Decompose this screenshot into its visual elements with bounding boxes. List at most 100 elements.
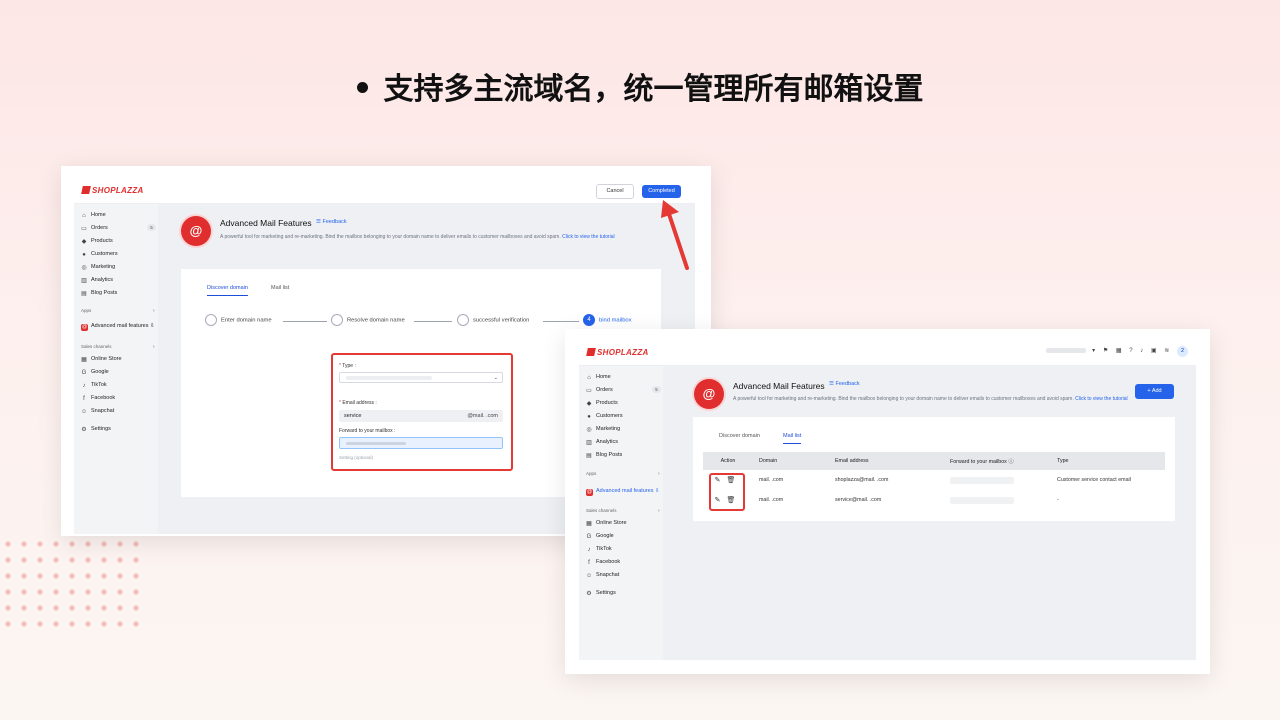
- sidebar-item-marketing[interactable]: ◎ Marketing: [81, 264, 115, 271]
- avatar[interactable]: 2: [1177, 346, 1188, 357]
- forward-hint: Setting (optional): [339, 455, 374, 460]
- mail-app-icon: @: [81, 324, 88, 331]
- sidebar-item-tiktok[interactable]: ♪ TikTok: [586, 546, 612, 553]
- sidebar-item-products[interactable]: ◆ Products: [586, 400, 618, 407]
- table-header-row: Action Domain Email address Forward to y…: [703, 452, 1165, 470]
- sales-channels-label[interactable]: Sales channels ›: [586, 508, 660, 514]
- sidebar-item-advanced-mail[interactable]: @ Advanced mail features ⇩: [81, 323, 155, 331]
- forward-label: Forward to your mailbox :: [339, 428, 396, 434]
- tag-icon: ◆: [81, 239, 87, 245]
- sidebar-item-home[interactable]: ⌂ Home: [81, 212, 105, 219]
- column-header: Domain: [753, 452, 829, 470]
- bell-icon[interactable]: ♪: [1140, 348, 1143, 354]
- sidebar-item-tiktok[interactable]: ♪ TikTok: [81, 382, 107, 389]
- wifi-icon[interactable]: ≋: [1164, 348, 1169, 354]
- decorative-dots: [0, 536, 140, 636]
- shoplazza-logo: SHOPLAZZA: [81, 186, 144, 195]
- marketing-icon: ◎: [81, 265, 87, 271]
- home-icon: ⌂: [82, 213, 86, 219]
- flag-icon[interactable]: ⚑: [1103, 348, 1108, 354]
- marketing-icon: ◎: [586, 427, 592, 433]
- person-icon: ●: [82, 252, 86, 258]
- blog-icon: ▤: [586, 453, 592, 459]
- chevron-right-icon: ›: [658, 508, 660, 514]
- column-header: Forward to your mailbox ⓘ: [944, 452, 1051, 470]
- pin-icon: ⇩: [150, 323, 155, 329]
- chevron-down-icon: ⌄: [493, 375, 498, 381]
- sidebar-item-blog-posts[interactable]: ▤ Blog Posts: [81, 290, 117, 297]
- chevron-down-icon[interactable]: ▾: [1092, 348, 1095, 354]
- screenshot-mail-list: SHOPLAZZA ▾ ⚑ ▦ ? ♪ ▣ ≋ 2 ⌂ Home ▭ Orders 5…: [565, 329, 1210, 674]
- headline-text: 支持多主流域名，统一管理所有邮箱设置: [383, 72, 924, 107]
- sidebar-item-settings[interactable]: ⚙ Settings: [81, 426, 111, 433]
- tab-mail-list[interactable]: Mail list: [271, 285, 289, 295]
- gear-icon: ⚙: [586, 591, 592, 597]
- shoplazza-logo: SHOPLAZZA: [586, 348, 649, 357]
- email-field[interactable]: service @mail. .com: [339, 410, 503, 422]
- google-icon: G: [81, 370, 87, 376]
- tab-discover-domain[interactable]: Discover domain: [719, 433, 760, 443]
- tutorial-link[interactable]: Click to view the tutorial: [1075, 396, 1128, 402]
- tab-mail-list[interactable]: Mail list: [783, 433, 802, 444]
- mail-app-icon: @: [586, 489, 593, 496]
- cancel-button[interactable]: Cancel: [596, 184, 634, 199]
- sidebar-item-analytics[interactable]: ▥ Analytics: [586, 439, 618, 446]
- type-cell: Customer service contact email: [1057, 477, 1131, 483]
- step-enter-domain: Enter domain name: [205, 314, 272, 326]
- sidebar-item-customers[interactable]: ● Customers: [81, 251, 117, 258]
- sidebar-item-snapchat[interactable]: ☺ Snapchat: [586, 572, 619, 579]
- sidebar-item-online-store[interactable]: ▦ Online Store: [586, 520, 626, 527]
- sidebar-item-analytics[interactable]: ▥ Analytics: [81, 277, 113, 284]
- store-icon[interactable]: ▦: [1116, 348, 1122, 354]
- domain-cell: mail. .com: [759, 477, 784, 483]
- forward-mailbox-field[interactable]: [339, 437, 503, 449]
- email-cell: service@mail. .com: [835, 497, 882, 503]
- sidebar-item-advanced-mail[interactable]: @ Advanced mail features ⇩: [586, 488, 660, 496]
- type-select[interactable]: ⌄: [339, 372, 503, 383]
- sidebar-item-customers[interactable]: ● Customers: [586, 413, 622, 420]
- column-header: Email address: [829, 452, 944, 470]
- type-label: * Type :: [339, 363, 356, 369]
- sidebar-item-google[interactable]: G Google: [81, 369, 109, 376]
- sidebar-item-products[interactable]: ◆ Products: [81, 238, 113, 245]
- chat-icon[interactable]: ▣: [1151, 348, 1157, 354]
- orders-icon: ▭: [81, 226, 87, 232]
- apps-section-label[interactable]: Apps ›: [586, 471, 660, 477]
- feedback-link[interactable]: ☰ Feedback: [316, 219, 347, 225]
- forward-cell: [944, 470, 1051, 490]
- chevron-right-icon: ›: [153, 344, 155, 350]
- sidebar-item-blog-posts[interactable]: ▤ Blog Posts: [586, 452, 622, 459]
- help-icon[interactable]: ?: [1129, 348, 1132, 354]
- sidebar-item-facebook[interactable]: f Facebook: [586, 559, 620, 566]
- apps-section-label[interactable]: Apps ›: [81, 308, 155, 314]
- sales-channels-label[interactable]: Sales channels ›: [81, 344, 155, 350]
- orders-count-badge: 5: [652, 386, 661, 393]
- person-icon: ●: [587, 414, 591, 420]
- sidebar-item-facebook[interactable]: f Facebook: [81, 395, 115, 402]
- sidebar-item-snapchat[interactable]: ☺ Snapchat: [81, 408, 114, 415]
- store-icon: ▦: [81, 357, 87, 363]
- mail-table: Action Domain Email address Forward to y…: [703, 452, 1165, 510]
- sidebar-item-orders[interactable]: ▭ Orders 5: [81, 224, 156, 232]
- store-icon: ▦: [586, 521, 592, 527]
- sidebar-item-orders[interactable]: ▭ Orders 5: [586, 386, 661, 394]
- plus-icon: +: [1147, 388, 1151, 394]
- blog-icon: ▤: [81, 291, 87, 297]
- sidebar-item-google[interactable]: G Google: [586, 533, 614, 540]
- sidebar-item-online-store[interactable]: ▦ Online Store: [81, 356, 121, 363]
- sidebar-item-settings[interactable]: ⚙ Settings: [586, 590, 616, 597]
- page-description: A powerful tool for marketing and re-mar…: [220, 234, 615, 240]
- tab-discover-domain[interactable]: Discover domain: [207, 285, 248, 296]
- chart-icon: ▥: [586, 440, 592, 446]
- snapchat-icon: ☺: [81, 409, 88, 415]
- feedback-link[interactable]: ☰ Feedback: [829, 381, 860, 387]
- add-button[interactable]: + Add: [1135, 384, 1174, 399]
- sidebar-item-home[interactable]: ⌂ Home: [586, 374, 610, 381]
- main-content: @ Advanced Mail Features ☰ Feedback A po…: [663, 366, 1196, 660]
- sidebar-item-marketing[interactable]: ◎ Marketing: [586, 426, 620, 433]
- page-title: Advanced Mail Features: [733, 381, 825, 391]
- tutorial-link[interactable]: Click to view the tutorial: [562, 234, 615, 240]
- orders-icon: ▭: [586, 388, 592, 394]
- sidebar: ⌂ Home ▭ Orders 5 ◆ Products ● Customers ◎ Mar…: [579, 366, 663, 660]
- store-selector[interactable]: [1046, 347, 1087, 353]
